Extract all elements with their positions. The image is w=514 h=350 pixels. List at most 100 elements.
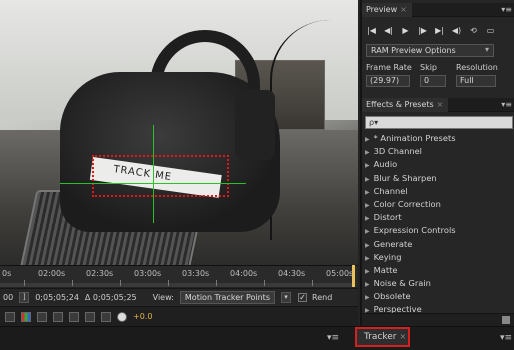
preview-controls: |◀ ◀| ▶ |▶ ▶| ◀) ⟲ ▭ (362, 21, 514, 41)
tab-tracker[interactable]: Tracker × (355, 327, 410, 347)
mask-icon[interactable] (69, 311, 79, 322)
list-item[interactable]: ▶ Color Correction (362, 198, 514, 211)
expand-triangle-icon[interactable]: ▶ (365, 215, 370, 222)
channel-icon[interactable] (21, 311, 31, 322)
last-frame-icon[interactable]: ▶| (433, 25, 446, 37)
list-item[interactable]: ▶ Matte (362, 264, 514, 277)
viewer-toolbar: +0.0 (0, 306, 358, 326)
skip-label: Skip (420, 63, 438, 72)
expand-triangle-icon[interactable]: ▶ (365, 189, 370, 196)
expand-triangle-icon[interactable]: ▶ (365, 228, 370, 235)
ram-preview-label: RAM Preview Options (371, 46, 456, 55)
tab-preview[interactable]: Preview × (362, 3, 412, 17)
resolution-label: Resolution (456, 63, 498, 72)
trash-icon[interactable] (502, 316, 510, 324)
expand-triangle-icon[interactable]: ▶ (365, 149, 370, 156)
close-icon[interactable]: × (400, 5, 407, 14)
tick-label: 02:30s (86, 269, 114, 278)
play-icon[interactable]: ▶ (399, 25, 412, 37)
expand-triangle-icon[interactable]: ▶ (365, 176, 370, 183)
effects-footer (362, 313, 514, 326)
skip-dropdown[interactable]: 0 (420, 75, 446, 87)
ram-preview-dropdown[interactable]: RAM Preview Options ▾ (366, 44, 494, 57)
tab-label: Tracker (364, 332, 397, 342)
tick-mark (120, 280, 121, 286)
exposure-icon[interactable] (117, 311, 127, 322)
expand-triangle-icon[interactable]: ▶ (365, 242, 370, 249)
panel-menu-icon[interactable]: ▾≡ (501, 5, 512, 14)
transparency-grid-icon[interactable] (53, 311, 63, 322)
expand-triangle-icon[interactable]: ▶ (365, 281, 370, 288)
list-item[interactable]: ▶ Expression Controls (362, 224, 514, 237)
chevron-down-icon[interactable]: ▾ (281, 292, 291, 303)
list-item[interactable]: ▶ Noise & Grain (362, 277, 514, 290)
track-point-box[interactable] (92, 155, 229, 197)
tick-label: 02:00s (38, 269, 66, 278)
current-time[interactable]: 00 (0, 293, 16, 302)
tick-mark (216, 280, 217, 286)
effects-search-input[interactable]: ρ▾ (365, 116, 513, 129)
frame-rate-label: Frame Rate (366, 63, 412, 72)
tick-label: 03:30s (182, 269, 210, 278)
tab-label: Effects & Presets (366, 100, 434, 109)
close-icon[interactable]: × (437, 100, 444, 109)
list-item[interactable]: ▶ Audio (362, 158, 514, 171)
list-item[interactable]: ▶ Channel (362, 185, 514, 198)
3d-view-icon[interactable] (85, 311, 95, 322)
headset-side-strap (235, 90, 275, 160)
tick-label: 05:00s (326, 269, 354, 278)
crosshair-vertical (153, 125, 154, 223)
resolution-dropdown[interactable]: Full (456, 75, 496, 87)
duration[interactable]: Δ 0;05;05;25 (82, 293, 140, 302)
list-item[interactable]: ▶ Distort (362, 211, 514, 224)
first-frame-icon[interactable]: |◀ (365, 25, 378, 37)
work-area-bar[interactable] (0, 283, 352, 287)
list-item[interactable]: ▶ Blur & Sharpen (362, 172, 514, 185)
list-item[interactable]: ▶ Obsolete (362, 290, 514, 303)
tick-label: 04:30s (278, 269, 306, 278)
effects-list: ▶ * Animation Presets ▶ 3D Channel ▶ Audio … (362, 132, 514, 313)
list-item[interactable]: ▶ * Animation Presets (362, 132, 514, 145)
end-time[interactable]: 0;05;05;24 (32, 293, 82, 302)
expand-triangle-icon[interactable]: ▶ (365, 268, 370, 275)
expand-triangle-icon[interactable]: ▶ (365, 255, 370, 262)
snapshot-icon[interactable] (5, 311, 15, 322)
expand-triangle-icon[interactable]: ▶ (365, 136, 370, 143)
close-icon[interactable]: × (399, 332, 406, 341)
viewer-status-bar: 00 ] 0;05;05;24 Δ 0;05;05;25 View: Motio… (0, 288, 358, 306)
expand-triangle-icon[interactable]: ▶ (365, 202, 370, 209)
tick-label: 04:00s (230, 269, 258, 278)
audio-icon[interactable]: ◀) (450, 25, 463, 37)
list-item[interactable]: ▶ Keying (362, 251, 514, 264)
composition-viewer[interactable]: TRACK ME (0, 0, 358, 265)
tick-mark (312, 280, 313, 286)
loop-icon[interactable]: ⟲ (467, 25, 480, 37)
list-item[interactable]: ▶ Perspective (362, 303, 514, 313)
right-panel-column: Preview × ▾≡ |◀ ◀| ▶ |▶ ▶| ◀) ⟲ ▭ RAM Pre… (360, 0, 514, 326)
exposure-value[interactable]: +0.0 (133, 312, 152, 321)
effects-panel-header: Effects & Presets × ▾≡ (362, 98, 514, 112)
ram-preview-icon[interactable]: ▭ (484, 25, 497, 37)
panel-menu-icon[interactable]: ▾≡ (500, 333, 512, 343)
region-icon[interactable] (37, 311, 47, 322)
tab-effects-presets[interactable]: Effects & Presets × (362, 98, 449, 112)
time-ruler[interactable]: 0s 02:00s 02:30s 03:00s 03:30s 04:00s 04… (0, 265, 358, 287)
panel-menu-icon[interactable]: ▾≡ (327, 333, 339, 343)
expand-triangle-icon[interactable]: ▶ (365, 294, 370, 301)
panel-menu-icon[interactable]: ▾≡ (501, 100, 512, 109)
expand-triangle-icon[interactable]: ▶ (365, 162, 370, 169)
playhead[interactable] (352, 265, 355, 287)
tick-label: 03:00s (134, 269, 162, 278)
next-frame-icon[interactable]: |▶ (416, 25, 429, 37)
frame-rate-dropdown[interactable]: (29.97) (366, 75, 410, 87)
render-checkbox[interactable]: ✓ (298, 293, 307, 302)
tick-mark (72, 280, 73, 286)
fast-preview-icon[interactable] (101, 311, 111, 322)
view-dropdown[interactable]: Motion Tracker Points (179, 291, 275, 304)
bracket-icon[interactable]: ] (19, 292, 30, 303)
bottom-panel-strip: ▾≡ ▾≡ (0, 326, 514, 350)
list-item[interactable]: ▶ 3D Channel (362, 145, 514, 158)
previous-frame-icon[interactable]: ◀| (382, 25, 395, 37)
tick-label: 0s (2, 269, 12, 278)
list-item[interactable]: ▶ Generate (362, 238, 514, 251)
